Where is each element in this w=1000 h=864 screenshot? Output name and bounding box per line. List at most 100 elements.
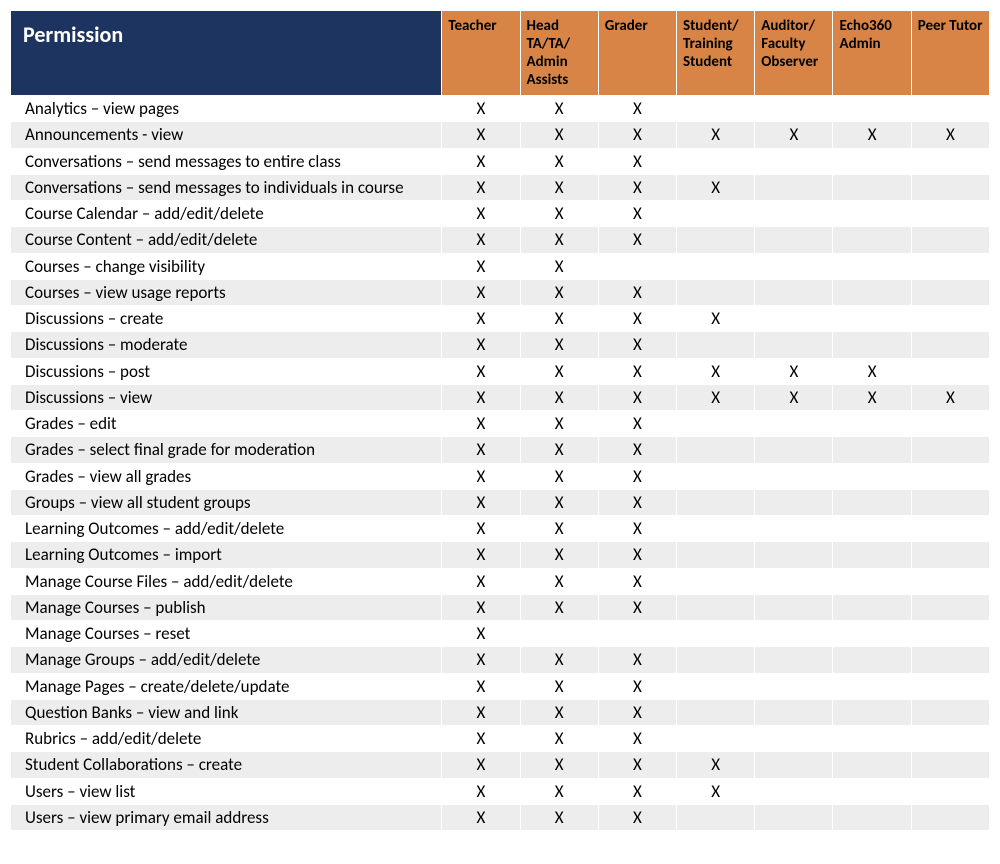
permission-mark [677, 96, 755, 122]
permission-mark: X [833, 122, 911, 148]
permission-mark [677, 463, 755, 489]
permission-mark [833, 253, 911, 279]
role-header: Student/ Training Student [677, 11, 755, 96]
permission-mark [911, 306, 989, 332]
permission-name: Rubrics – add/edit/delete [11, 726, 442, 752]
permission-name: Conversations – send messages to entire … [11, 148, 442, 174]
permission-mark [833, 174, 911, 200]
permission-mark [677, 201, 755, 227]
permission-mark [598, 621, 676, 647]
role-header: Auditor/ Faculty Observer [755, 11, 833, 96]
permission-mark: X [598, 227, 676, 253]
permission-mark [911, 332, 989, 358]
permission-name: Users – view list [11, 778, 442, 804]
permission-name: Learning Outcomes – add/edit/delete [11, 516, 442, 542]
permission-mark [677, 699, 755, 725]
permission-mark [755, 253, 833, 279]
permission-mark: X [755, 358, 833, 384]
permission-mark: X [520, 673, 598, 699]
permission-mark [677, 621, 755, 647]
permission-mark [598, 253, 676, 279]
permission-mark: X [833, 384, 911, 410]
table-row: Grades – editXXX [11, 411, 990, 437]
permission-mark [911, 253, 989, 279]
permission-mark [677, 489, 755, 515]
permission-mark: X [598, 542, 676, 568]
permission-mark: X [598, 463, 676, 489]
permission-mark [833, 726, 911, 752]
permission-mark: X [520, 411, 598, 437]
permission-mark [911, 542, 989, 568]
permission-mark [833, 594, 911, 620]
table-row: Courses – change visibilityXX [11, 253, 990, 279]
permission-mark [755, 489, 833, 515]
permission-mark [755, 752, 833, 778]
permission-mark [677, 542, 755, 568]
permission-mark: X [520, 516, 598, 542]
permission-name: Groups – view all student groups [11, 489, 442, 515]
table-row: Conversations – send messages to individ… [11, 174, 990, 200]
permission-mark: X [598, 752, 676, 778]
permission-mark [755, 148, 833, 174]
permission-mark: X [677, 384, 755, 410]
table-row: Manage Groups – add/edit/deleteXXX [11, 647, 990, 673]
permission-mark [911, 227, 989, 253]
permission-mark: X [911, 384, 989, 410]
permission-name: Courses – change visibility [11, 253, 442, 279]
permission-mark: X [677, 778, 755, 804]
permission-mark: X [598, 568, 676, 594]
permission-mark [911, 673, 989, 699]
permission-mark: X [598, 174, 676, 200]
permission-mark [755, 594, 833, 620]
permission-mark [833, 96, 911, 122]
permission-mark [677, 594, 755, 620]
permission-mark [911, 358, 989, 384]
permission-mark: X [442, 673, 520, 699]
permission-mark [833, 778, 911, 804]
permission-mark: X [520, 174, 598, 200]
permission-mark: X [442, 437, 520, 463]
permission-mark [833, 699, 911, 725]
permission-mark [911, 647, 989, 673]
permission-mark [677, 227, 755, 253]
permission-mark [911, 96, 989, 122]
permission-mark [833, 804, 911, 830]
permission-mark: X [442, 804, 520, 830]
permission-mark [833, 148, 911, 174]
permission-name: Manage Pages – create/delete/update [11, 673, 442, 699]
table-row: Groups – view all student groupsXXX [11, 489, 990, 515]
permission-mark: X [598, 726, 676, 752]
permission-name: Discussions – moderate [11, 332, 442, 358]
permission-mark [755, 516, 833, 542]
table-body: Analytics – view pagesXXXAnnouncements -… [11, 96, 990, 831]
header-corner: Permission [11, 11, 442, 96]
permission-mark: X [442, 174, 520, 200]
role-header: Peer Tutor [911, 11, 989, 96]
permission-name: Learning Outcomes – import [11, 542, 442, 568]
table-row: Student Collaborations – createXXXX [11, 752, 990, 778]
permission-mark [677, 332, 755, 358]
permission-name: Manage Courses – reset [11, 621, 442, 647]
permission-mark: X [520, 279, 598, 305]
permission-mark [755, 437, 833, 463]
permission-name: Manage Course Files – add/edit/delete [11, 568, 442, 594]
table-row: Grades – select final grade for moderati… [11, 437, 990, 463]
permission-mark [833, 752, 911, 778]
table-row: Discussions – viewXXXXXXX [11, 384, 990, 410]
permission-mark [755, 568, 833, 594]
permission-mark: X [442, 542, 520, 568]
permission-mark [755, 673, 833, 699]
permission-mark [755, 174, 833, 200]
table-row: Announcements - viewXXXXXXX [11, 122, 990, 148]
table-row: Courses – view usage reportsXXX [11, 279, 990, 305]
permission-mark [755, 201, 833, 227]
permission-mark [911, 437, 989, 463]
role-header: Grader [598, 11, 676, 96]
permission-mark: X [598, 279, 676, 305]
permission-mark [911, 594, 989, 620]
table-row: Manage Pages – create/delete/updateXXX [11, 673, 990, 699]
permission-mark [833, 227, 911, 253]
permission-mark [677, 516, 755, 542]
permission-mark [833, 306, 911, 332]
permission-mark: X [442, 463, 520, 489]
